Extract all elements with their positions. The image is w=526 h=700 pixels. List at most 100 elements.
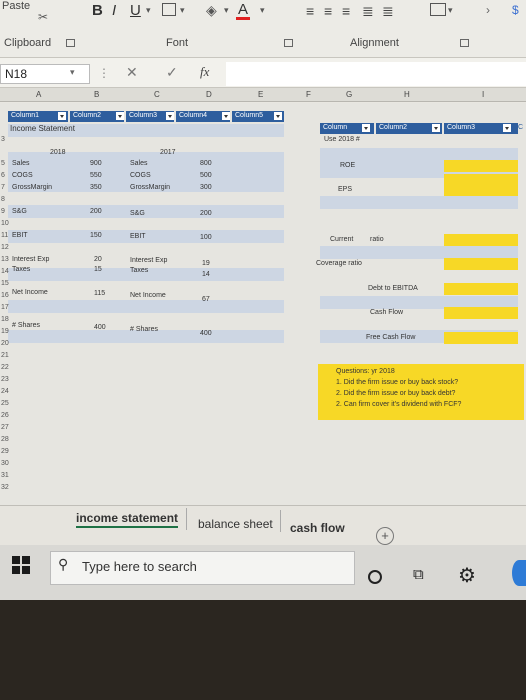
value-sales-2018[interactable]: 900 [90,160,102,167]
row-number[interactable]: 29 [1,448,9,455]
row-number[interactable]: 8 [1,196,5,203]
insert-function-button[interactable]: fx [200,64,209,80]
row-number[interactable]: 32 [1,484,9,491]
name-box[interactable]: N18 [0,64,90,84]
formula-input[interactable] [226,62,526,86]
number-format-icon[interactable]: $ [512,3,519,17]
column-header-f[interactable]: F [306,90,311,99]
tab-income-statement[interactable]: income statement [76,511,179,528]
eps-value-cell[interactable] [444,184,518,196]
row-number[interactable]: 12 [1,244,9,251]
value-sales-2017[interactable]: 800 [200,160,212,167]
value-cogs-2018[interactable]: 550 [90,172,102,179]
underline-button[interactable]: U [130,2,141,19]
value-ebit-2017[interactable]: 100 [200,234,212,241]
fill-color-icon[interactable]: ◈ [206,2,217,19]
increase-indent-icon[interactable]: ≣ [382,3,394,20]
row-number[interactable]: 11 [1,232,8,239]
value-taxes-2018[interactable]: 15 [94,266,102,273]
row-number[interactable]: 31 [1,472,9,479]
filter-dropdown-icon[interactable] [58,112,66,120]
cash-flow-cell[interactable] [444,307,518,319]
font-launcher-icon[interactable] [284,39,293,47]
row-number[interactable]: 30 [1,460,9,467]
filter-dropdown-icon[interactable] [432,124,440,132]
roe-value-cell[interactable] [444,160,518,172]
row-number[interactable]: 9 [1,208,5,215]
row-number[interactable]: 16 [1,292,9,299]
row-number[interactable]: 25 [1,400,9,407]
coverage-ratio-cell[interactable] [444,258,518,270]
merge-center-icon[interactable] [430,3,446,16]
bold-button[interactable]: B [92,2,103,19]
row-number[interactable]: 13 [1,256,9,263]
row-number[interactable]: 17 [1,304,9,311]
row-number[interactable]: 27 [1,424,9,431]
row-number[interactable]: 18 [1,316,9,323]
underline-dropdown-icon[interactable]: ▾ [146,5,151,16]
value-interest-2017[interactable]: 19 [202,260,210,267]
fill-dropdown-icon[interactable]: ▾ [224,5,229,16]
row-number[interactable]: 7 [1,184,5,191]
cancel-icon[interactable]: ✕ [126,64,138,81]
column-header-c[interactable]: C [154,90,160,99]
tab-balance-sheet[interactable]: balance sheet [198,517,273,531]
value-interest-2018[interactable]: 20 [94,256,102,263]
row-number[interactable]: 15 [1,280,9,287]
value-grossmargin-2017[interactable]: 300 [200,184,212,191]
italic-button[interactable]: I [112,2,116,19]
value-netincome-2017[interactable]: 67 [202,296,210,303]
value-shares-2018[interactable]: 400 [94,324,106,331]
row-number[interactable]: 3 [1,136,5,143]
row-number[interactable]: 10 [1,220,9,227]
alignment-launcher-icon[interactable] [460,39,469,47]
format-painter-icon[interactable]: ✂ [38,10,48,24]
current-ratio-cell[interactable] [444,234,518,246]
add-sheet-icon[interactable]: + [376,527,394,545]
value-sg-2017[interactable]: 200 [200,210,212,217]
filter-dropdown-icon[interactable] [116,112,124,120]
font-color-button[interactable]: A [238,1,248,18]
windows-start-icon[interactable] [12,556,30,574]
align-center-icon[interactable]: ≡ [324,3,332,19]
filter-dropdown-icon[interactable] [362,124,370,132]
column-header-d[interactable]: D [206,90,212,99]
row-number[interactable]: 28 [1,436,9,443]
enter-icon[interactable]: ✓ [166,64,178,81]
row-number[interactable]: 19 [1,328,9,335]
align-right-icon[interactable]: ≡ [342,3,350,19]
value-sg-2018[interactable]: 200 [90,208,102,215]
cortana-icon[interactable] [368,570,382,584]
column-header-i[interactable]: I [482,90,484,99]
row-number[interactable]: 21 [1,352,9,359]
value-cogs-2017[interactable]: 500 [200,172,212,179]
value-taxes-2017[interactable]: 14 [202,271,210,278]
settings-gear-icon[interactable]: ⚙ [458,563,476,588]
debt-ebitda-cell[interactable] [444,283,518,295]
column-header-b[interactable]: B [94,90,99,99]
column-header-g[interactable]: G [346,90,352,99]
filter-dropdown-icon[interactable] [274,112,282,120]
row-number[interactable]: 26 [1,412,9,419]
row-number[interactable]: 6 [1,172,5,179]
column-header-a[interactable]: A [36,90,41,99]
filter-dropdown-icon[interactable] [166,112,174,120]
edge-icon[interactable] [512,560,526,586]
name-box-dropdown-icon[interactable]: ▾ [70,67,75,78]
row-number[interactable]: 24 [1,388,9,395]
value-shares-2017[interactable]: 400 [200,330,212,337]
paste-button[interactable]: Paste [2,0,30,12]
filter-dropdown-icon[interactable] [503,124,511,132]
column-header-h[interactable]: H [404,90,410,99]
clipboard-launcher-icon[interactable] [66,39,75,47]
filter-dropdown-icon[interactable] [222,112,230,120]
value-netincome-2018[interactable]: 115 [94,290,105,297]
row-number[interactable]: 23 [1,376,9,383]
merge-dropdown-icon[interactable]: ▾ [448,5,453,16]
borders-icon[interactable] [162,3,176,16]
value-ebit-2018[interactable]: 150 [90,232,102,239]
row-number[interactable]: 14 [1,268,9,275]
row-number[interactable]: 22 [1,364,9,371]
font-color-dropdown-icon[interactable]: ▾ [260,5,265,16]
value-grossmargin-2018[interactable]: 350 [90,184,102,191]
